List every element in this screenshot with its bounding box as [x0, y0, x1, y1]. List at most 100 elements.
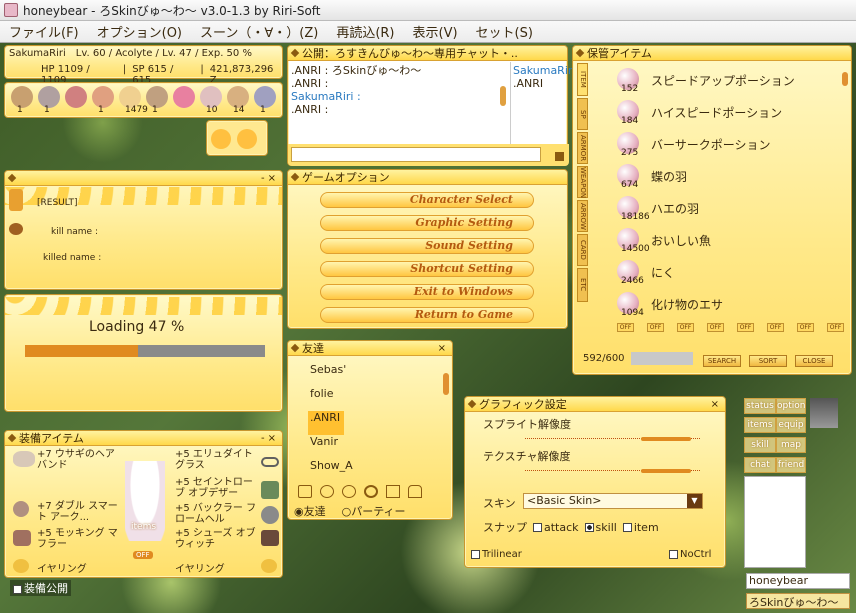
bear-icon[interactable] [237, 129, 257, 149]
friends-titlebar[interactable]: 友達 × [288, 341, 452, 356]
search-icon[interactable] [364, 485, 378, 498]
equip-weapon[interactable]: +7 ダブル スマート アーク... [37, 501, 119, 523]
item-name[interactable]: スピードアップポーション [651, 72, 795, 89]
storage-tab-armor[interactable]: ARMOR [577, 132, 588, 164]
equip-accessory-right[interactable]: イヤリング [175, 560, 261, 575]
skin-select[interactable]: <Basic Skin> [523, 493, 703, 509]
storage-search-button[interactable]: SEARCH [703, 355, 741, 367]
game-option-window[interactable]: ゲームオプション Character Select Graphic Settin… [287, 169, 568, 329]
shortcut-bar[interactable]: 1 1 1 1479 1 10 14 1 [4, 82, 283, 118]
storage-tab-etc[interactable]: ETC [577, 268, 588, 302]
shortcut-extra[interactable] [206, 120, 268, 156]
storage-titlebar[interactable]: 保管アイテム [573, 46, 851, 61]
equip-accessory-left[interactable]: イヤリング [37, 560, 119, 575]
graphic-setting-button[interactable]: Graphic Setting [320, 215, 534, 231]
status-shortcut[interactable]: status [744, 398, 776, 414]
return-to-game-button[interactable]: Return to Game [320, 307, 534, 323]
character-select-button[interactable]: Character Select [320, 192, 534, 208]
tab-indicator[interactable] [9, 189, 23, 211]
storage-tab-item[interactable]: ITEM [577, 63, 588, 96]
equip-head-top[interactable]: +7 ウサギのヘアバンド [37, 449, 119, 471]
chat-whisper-name[interactable]: SakumaRir [513, 64, 572, 77]
headband-icon[interactable] [13, 451, 35, 467]
equip-shoes[interactable]: +5 シューズ オブ ウィッチ [175, 528, 261, 550]
chat-input[interactable] [291, 147, 541, 162]
equipment-titlebar[interactable]: 装備アイテム -× [5, 431, 282, 446]
chat-shortcut[interactable]: chat [744, 457, 776, 473]
storage-tab-weapon[interactable]: WEAPON [577, 166, 588, 198]
item-name[interactable]: バーサークポーション [651, 136, 771, 153]
menu-soon[interactable]: スーン（・∀・）(Z) [191, 22, 327, 41]
friend-name[interactable]: Vanir [310, 435, 353, 459]
skill-shortcut[interactable]: skill [744, 437, 776, 453]
sprite-resolution-slider[interactable] [641, 437, 691, 441]
storage-off-toggle[interactable]: OFF [737, 323, 754, 332]
graphic-setting-titlebar[interactable]: グラフィック設定 × [465, 397, 725, 412]
lock-icon[interactable] [408, 485, 422, 498]
option-shortcut[interactable]: option [776, 398, 806, 414]
equip-off-button[interactable]: OFF [133, 551, 153, 559]
chat-whisper-name[interactable]: .ANRI [513, 77, 572, 90]
items-label[interactable]: items [131, 522, 156, 532]
friend-name[interactable]: Show_A [310, 459, 353, 483]
window-controls[interactable]: × [438, 343, 452, 354]
menu-view[interactable]: 表示(V) [404, 22, 467, 41]
storage-close-button[interactable]: CLOSE [795, 355, 833, 367]
storage-off-toggle[interactable]: OFF [767, 323, 784, 332]
storage-off-toggle[interactable]: OFF [677, 323, 694, 332]
map-shortcut[interactable]: map [776, 437, 806, 453]
earring-icon[interactable] [261, 559, 277, 573]
shoes-icon[interactable] [261, 530, 279, 546]
chat-window[interactable]: 公開：ろすきんびゅ～わ～専用チャット・.. .ANRI : ろSkinびゅ～わ～… [287, 45, 572, 166]
items-shortcut[interactable]: items [744, 417, 776, 433]
chevron-down-icon[interactable]: ▼ [687, 494, 702, 508]
equip-shield[interactable]: +5 バックラー フロームヘル [175, 503, 261, 525]
menu-set[interactable]: セット(S) [467, 22, 542, 41]
storage-off-toggle[interactable]: OFF [617, 323, 634, 332]
window-controls[interactable]: -× [261, 433, 282, 444]
storage-off-toggle[interactable]: OFF [647, 323, 664, 332]
item-name[interactable]: 化け物のエサ [651, 296, 723, 313]
robe-icon[interactable] [261, 481, 279, 499]
equip-garment[interactable]: +5 モッキング マフラー [37, 528, 119, 550]
friends-scrollbar[interactable] [443, 373, 449, 395]
party-tab[interactable]: ○パーティー [342, 503, 406, 519]
equip-shortcut[interactable]: equip [776, 417, 806, 433]
storage-off-toggle[interactable]: OFF [827, 323, 844, 332]
result-titlebar[interactable]: -× [5, 171, 282, 186]
resize-icon[interactable] [555, 152, 564, 161]
trash-icon[interactable] [386, 485, 400, 498]
bear-icon[interactable] [211, 129, 231, 149]
graphic-setting-window[interactable]: グラフィック設定 × スプライト解像度 テクスチャ解像度 スキン <Basic S… [464, 396, 726, 568]
shortcut-setting-button[interactable]: Shortcut Setting [320, 261, 534, 277]
storage-window[interactable]: 保管アイテム ITEM SP ARMOR WEAPON ARROW CARD ETC 152… [572, 45, 852, 375]
equip-public-toggle[interactable]: 装備公開 [10, 580, 71, 596]
edit-icon[interactable] [298, 485, 312, 498]
storage-tab-arrow[interactable]: ARROW [577, 200, 588, 232]
staff-icon[interactable] [13, 501, 29, 517]
friends-window[interactable]: 友達 × Sebas' folie .ANRI Vanir Show_A ◉友達 … [287, 340, 453, 520]
item-name[interactable]: おいしい魚 [651, 232, 711, 249]
equip-head-mid[interactable]: +5 エリュダイト グラス [175, 449, 261, 471]
buckler-icon[interactable] [261, 506, 279, 524]
friend-name-selected[interactable]: .ANRI [308, 411, 344, 435]
storage-off-toggle[interactable]: OFF [707, 323, 724, 332]
storage-off-toggle[interactable]: OFF [797, 323, 814, 332]
equip-armor[interactable]: +5 セイントローブ オブデザー [175, 477, 261, 499]
item-name[interactable]: ハエの羽 [651, 200, 699, 217]
shortcut-slot[interactable] [65, 86, 87, 108]
trilinear-checkbox[interactable]: Trilinear [471, 549, 522, 560]
window-controls[interactable]: -× [261, 173, 282, 184]
storage-sort-button[interactable]: SORT [749, 355, 787, 367]
storage-tab-sp[interactable]: SP [577, 98, 588, 130]
window-controls[interactable]: × [711, 399, 725, 410]
earring-icon[interactable] [13, 559, 29, 573]
chat-titlebar[interactable]: 公開：ろすきんびゅ～わ～専用チャット・.. [288, 46, 567, 61]
friend-name[interactable]: folie [310, 387, 353, 411]
texture-resolution-slider[interactable] [641, 469, 691, 473]
glasses-icon[interactable] [261, 457, 279, 467]
item-name[interactable]: 蝶の羽 [651, 168, 687, 185]
one-to-one-icon[interactable] [320, 485, 334, 498]
muffler-icon[interactable] [13, 530, 31, 546]
status-window[interactable]: SakumaRiri Lv. 60 / Acolyte / Lv. 47 / E… [4, 45, 283, 86]
